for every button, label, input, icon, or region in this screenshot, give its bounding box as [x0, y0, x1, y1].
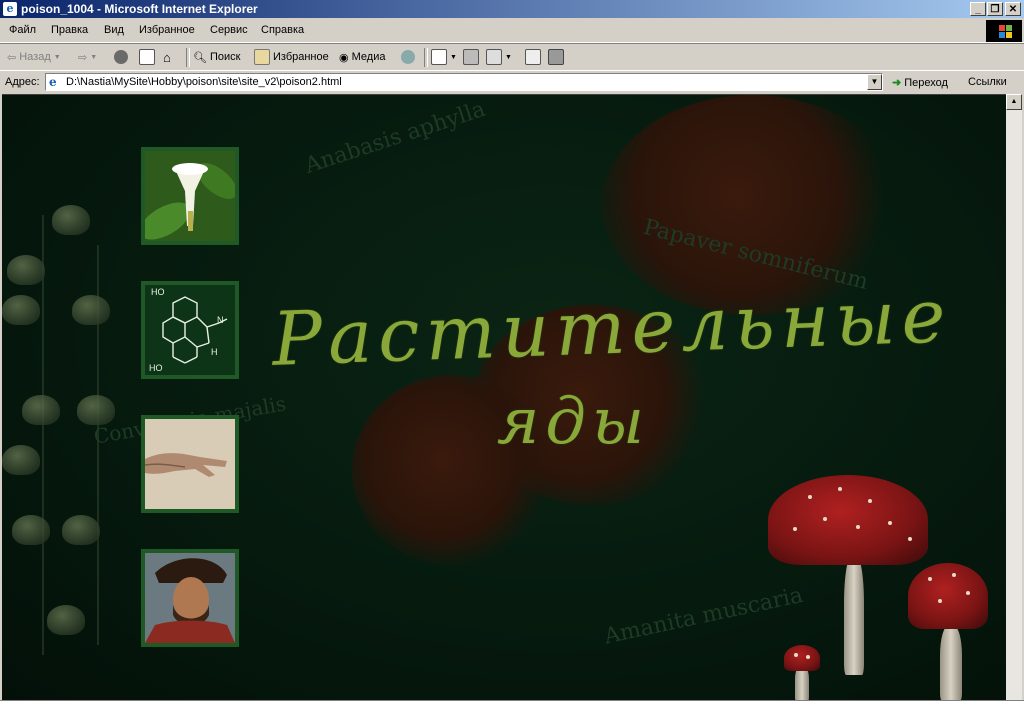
mushroom-stem: [940, 625, 962, 701]
go-label: Переход: [904, 76, 948, 89]
back-button[interactable]: ⇦ Назад ▼: [7, 48, 61, 66]
page-content: Anabasis aphylla Papaver somniferum Conv…: [2, 94, 1006, 701]
hand-painting-thumb[interactable]: [141, 415, 239, 513]
favorites-icon: [254, 49, 270, 65]
minimize-button[interactable]: _: [970, 2, 986, 16]
lily-flower-decoration: [2, 445, 40, 475]
hydrogen-label: H: [211, 347, 218, 357]
portrait-thumb[interactable]: [141, 549, 239, 647]
datura-flower-image: [145, 151, 235, 241]
datura-flower-thumb[interactable]: [141, 147, 239, 245]
close-button[interactable]: ✕: [1005, 2, 1021, 16]
chevron-down-icon: ▼: [90, 53, 98, 61]
windows-logo-icon: [986, 20, 1022, 42]
toolbar-separator: [424, 48, 428, 67]
page-headline-line1: Растительные: [270, 273, 953, 383]
forward-arrow-icon: ⇨: [78, 51, 88, 64]
back-arrow-icon: ⇦: [7, 51, 17, 64]
print-icon: [463, 49, 479, 65]
print-button[interactable]: [463, 48, 479, 66]
messenger-icon: [548, 49, 564, 65]
chevron-down-icon: ▼: [505, 53, 512, 61]
lily-flower-decoration: [12, 515, 50, 545]
menu-favorites[interactable]: Избранное: [139, 24, 195, 36]
back-label: Назад: [19, 51, 51, 63]
home-button[interactable]: ⌂: [163, 48, 171, 66]
forward-button[interactable]: ⇨ ▼: [78, 48, 97, 66]
mushroom-cap: [768, 475, 928, 565]
ghost-text-anabasis: Anabasis aphylla: [302, 96, 489, 179]
history-button[interactable]: [401, 48, 415, 66]
address-url[interactable]: D:\Nastia\MySite\Hobby\poison\site\site_…: [66, 76, 342, 88]
lily-flower-decoration: [22, 395, 60, 425]
search-icon: 🔍︎: [193, 51, 207, 64]
refresh-icon: [139, 49, 155, 65]
edit-button[interactable]: ▼: [486, 48, 512, 66]
mushroom-cap: [908, 563, 988, 629]
menu-view[interactable]: Вид: [104, 24, 124, 36]
title-bar: e poison_1004 - Microsoft Internet Explo…: [0, 0, 1024, 18]
nitrogen-label: N: [217, 315, 224, 325]
lily-flower-decoration: [2, 295, 40, 325]
address-dropdown-button[interactable]: ▼: [867, 74, 882, 90]
address-bar: Адрес: e D:\Nastia\MySite\Hobby\poison\s…: [0, 70, 1024, 94]
lily-flower-decoration: [7, 255, 45, 285]
media-label: Медиа: [351, 51, 386, 63]
messenger-button[interactable]: [548, 48, 564, 66]
links-button[interactable]: Ссылки: [968, 76, 1007, 88]
stop-icon: [114, 50, 128, 64]
toolbar-separator: [186, 48, 190, 67]
molecule-structure-image: [145, 285, 235, 375]
chevron-down-icon: ▼: [450, 53, 457, 61]
lily-flower-decoration: [72, 295, 110, 325]
hydroxyl-label: HO: [149, 363, 163, 373]
discuss-button[interactable]: [525, 48, 541, 66]
page-icon: e: [49, 75, 57, 89]
hand-painting-image: [145, 419, 235, 509]
scroll-up-button[interactable]: ▲: [1006, 94, 1022, 110]
page-headline-line2: яды: [497, 385, 651, 459]
lily-stem-decoration: [42, 215, 44, 655]
address-input[interactable]: e D:\Nastia\MySite\Hobby\poison\site\sit…: [45, 73, 883, 91]
menu-bar: Файл Правка Вид Избранное Сервис Справка: [0, 19, 1024, 43]
morphine-molecule-thumb[interactable]: HO HO N H: [141, 281, 239, 379]
status-bar: [0, 700, 1024, 724]
search-label: Поиск: [209, 51, 241, 63]
chevron-down-icon: ▼: [53, 53, 61, 61]
discuss-icon: [525, 49, 541, 65]
maximize-button[interactable]: ❐: [987, 2, 1003, 16]
media-icon: ◉: [339, 51, 349, 64]
portrait-image: [145, 553, 235, 643]
hydroxyl-label: HO: [151, 287, 165, 297]
ghost-text-amanita: Amanita muscaria: [602, 582, 806, 650]
home-icon: ⌂: [163, 49, 171, 65]
go-button[interactable]: ➜ Переход: [892, 76, 948, 90]
menu-file[interactable]: Файл: [9, 24, 36, 36]
toolbar: ⇦ Назад ▼ ⇨ ▼ ⌂ 🔍︎ Поиск Избранное ◉ Мед…: [0, 43, 1024, 71]
ie-icon: e: [3, 2, 17, 16]
window-title: poison_1004 - Microsoft Internet Explore…: [21, 2, 258, 16]
mail-icon: [431, 49, 447, 65]
mail-button[interactable]: ▼: [431, 48, 457, 66]
history-icon: [401, 50, 415, 64]
address-label: Адрес:: [5, 76, 40, 88]
favorites-label: Избранное: [273, 51, 329, 63]
search-button[interactable]: 🔍︎ Поиск: [193, 48, 240, 66]
mushroom-cap: [784, 645, 820, 671]
vertical-scrollbar[interactable]: ▲: [1006, 94, 1022, 700]
lily-flower-decoration: [62, 515, 100, 545]
menu-help[interactable]: Справка: [261, 24, 304, 36]
favorites-button[interactable]: Избранное: [254, 48, 329, 66]
refresh-button[interactable]: [139, 48, 155, 66]
lily-flower-decoration: [47, 605, 85, 635]
lily-flower-decoration: [77, 395, 115, 425]
go-arrow-icon: ➜: [892, 77, 902, 89]
mushroom-stem: [844, 555, 864, 675]
lily-flower-decoration: [52, 205, 90, 235]
stop-button[interactable]: [114, 48, 128, 66]
media-button[interactable]: ◉ Медиа: [339, 48, 385, 66]
menu-tools[interactable]: Сервис: [210, 24, 248, 36]
menu-edit[interactable]: Правка: [51, 24, 88, 36]
edit-icon: [486, 49, 502, 65]
